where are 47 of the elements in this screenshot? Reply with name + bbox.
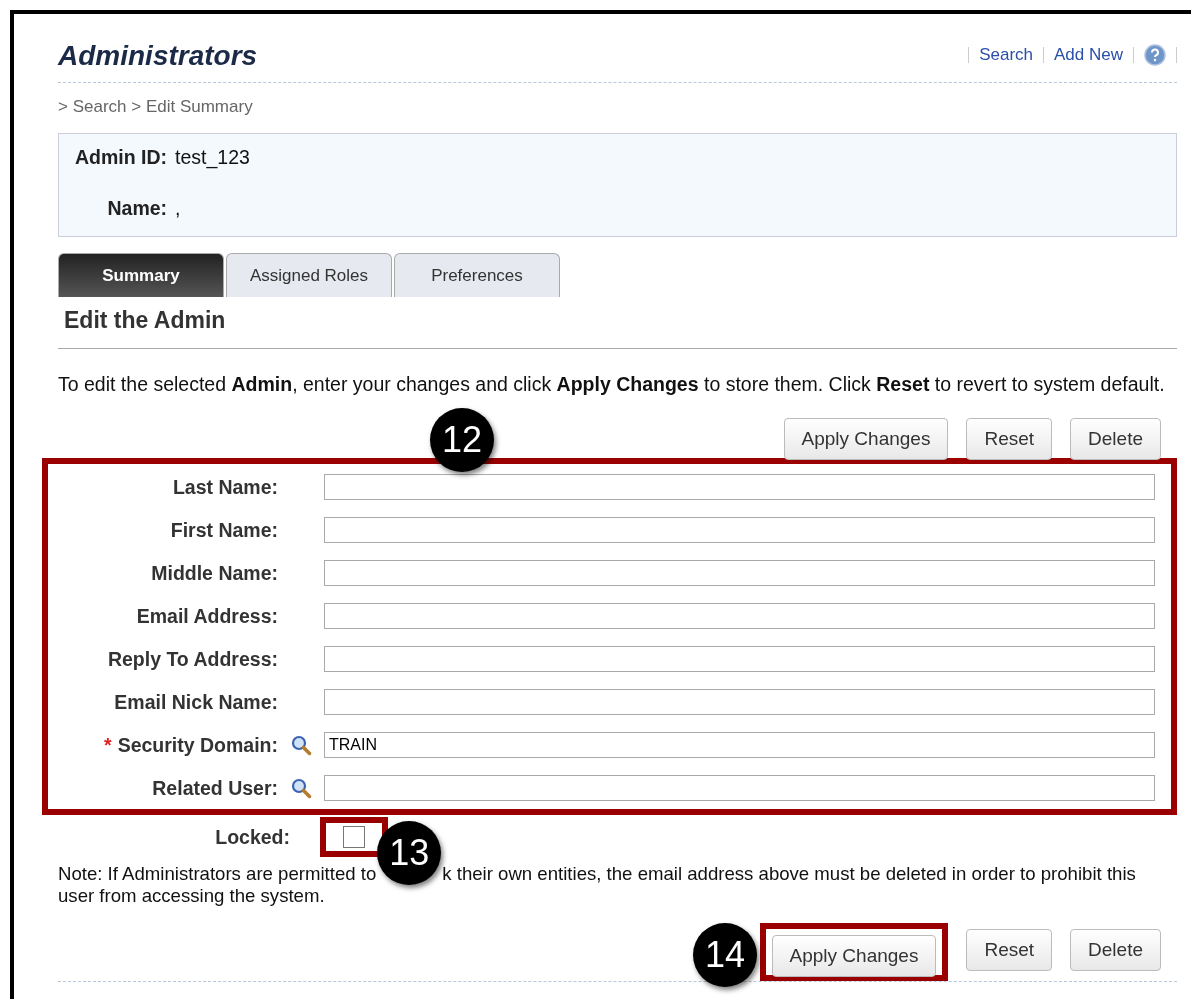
- action-button[interactable]: Delete: [1070, 929, 1161, 972]
- text-field[interactable]: TRAIN: [324, 732, 1155, 758]
- instructions-text: To edit the selected Admin, enter your changes and click Apply Changes to store them. Click Reset to revert to system default.: [58, 373, 1166, 396]
- step-badge: 14: [693, 923, 757, 988]
- note-text: user from accessing the system.: [58, 884, 325, 908]
- help-icon[interactable]: [1144, 44, 1166, 66]
- action-button[interactable]: Reset: [966, 929, 1053, 972]
- header-link[interactable]: Search: [979, 45, 1033, 65]
- field-label: Reply To Address:: [106, 647, 278, 671]
- step-badge: 12: [430, 408, 494, 472]
- text-field[interactable]: [324, 517, 1155, 543]
- checkbox[interactable]: [343, 826, 365, 848]
- action-button[interactable]: Apply Changes: [771, 935, 937, 978]
- header-link[interactable]: Add New: [1054, 45, 1123, 65]
- required-icon: *: [104, 733, 112, 756]
- text-field[interactable]: [324, 689, 1155, 715]
- field-label: Email Nick Name:: [113, 690, 278, 714]
- field-label: Email Address:: [135, 604, 278, 628]
- summary-value: ,: [175, 197, 182, 220]
- action-button[interactable]: Delete: [1070, 418, 1161, 460]
- breadcrumb: > Search > Edit Summary: [58, 97, 254, 117]
- summary-label: Name:: [106, 197, 168, 220]
- section-title: Edit the Admin: [58, 297, 1177, 349]
- tab[interactable]: Assigned Roles: [226, 253, 392, 297]
- text-field[interactable]: [324, 560, 1155, 586]
- field-label: * Security Domain:: [103, 733, 278, 757]
- field-label: Related User:: [151, 776, 278, 800]
- summary-label: Admin ID:: [75, 146, 168, 169]
- text-field[interactable]: [324, 775, 1155, 801]
- page-title: Administrators: [58, 40, 258, 72]
- tab[interactable]: Preferences: [394, 253, 560, 297]
- step-badge: 13: [377, 821, 442, 885]
- field-label: First Name:: [169, 518, 278, 542]
- field-label: Middle Name:: [150, 561, 278, 585]
- field-label: Last Name:: [171, 475, 278, 499]
- summary-value: test_123: [175, 146, 251, 169]
- tab[interactable]: Summary: [58, 253, 224, 297]
- action-button[interactable]: Apply Changes: [783, 418, 949, 460]
- note-text: k their own entities, the email address above must be deleted in order to prohibit this: [442, 862, 1136, 884]
- action-button[interactable]: Reset: [966, 418, 1053, 460]
- search-icon[interactable]: [290, 777, 312, 799]
- note-text: Note: If Administrators are permitted to: [58, 862, 377, 884]
- text-field[interactable]: [324, 646, 1155, 672]
- text-field[interactable]: [324, 603, 1155, 629]
- field-label: Locked:: [214, 825, 290, 849]
- text-field[interactable]: [324, 474, 1155, 500]
- search-icon[interactable]: [290, 734, 312, 756]
